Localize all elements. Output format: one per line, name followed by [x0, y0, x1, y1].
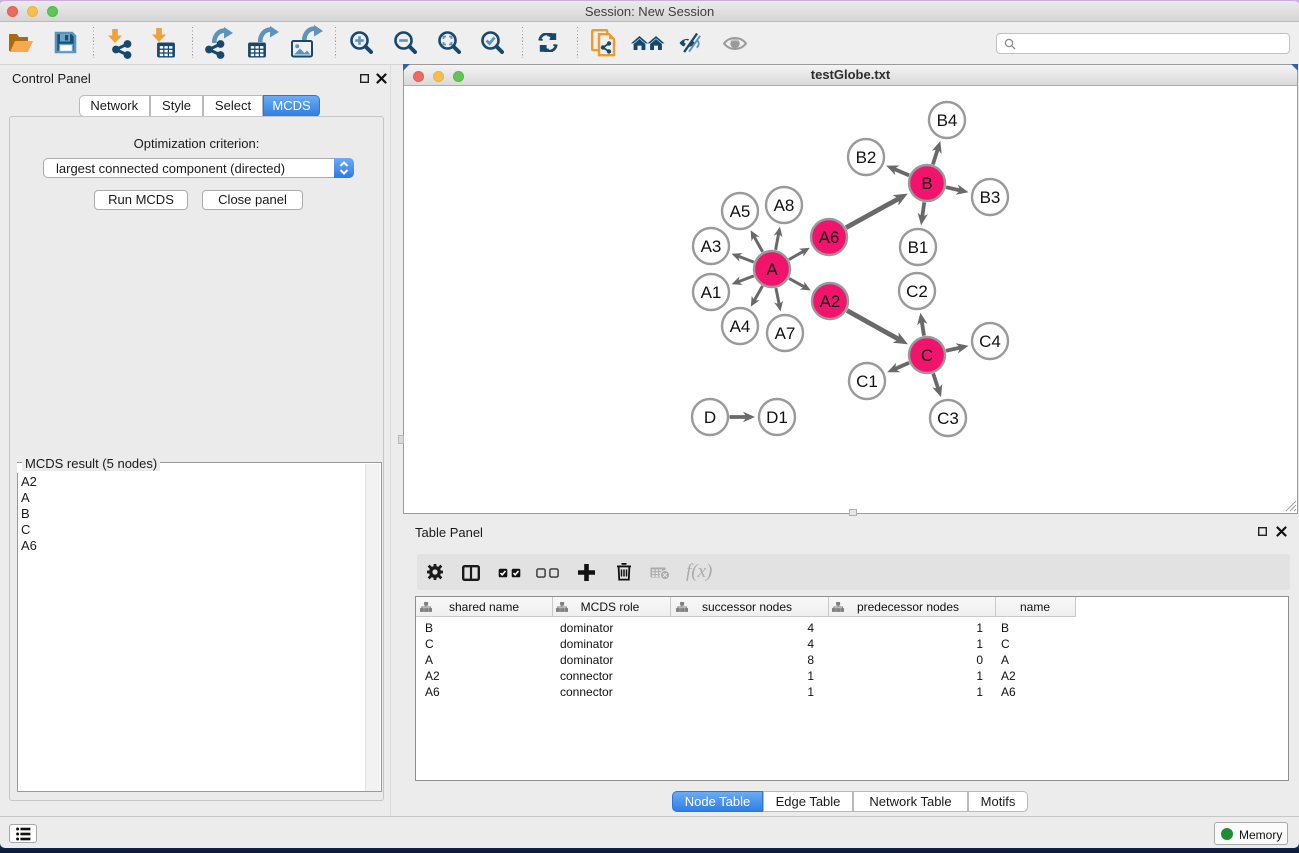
svg-text:B: B: [921, 174, 932, 193]
svg-text:B3: B3: [980, 188, 1001, 207]
svg-text:C1: C1: [856, 372, 878, 391]
svg-text:A4: A4: [730, 317, 751, 336]
svg-text:C4: C4: [979, 332, 1001, 351]
svg-text:B1: B1: [908, 238, 929, 257]
svg-text:A1: A1: [701, 283, 722, 302]
svg-text:D: D: [704, 408, 716, 427]
svg-text:A6: A6: [819, 228, 840, 247]
svg-text:A5: A5: [730, 202, 751, 221]
svg-text:C: C: [921, 346, 933, 365]
svg-text:B2: B2: [856, 148, 877, 167]
svg-text:A8: A8: [774, 196, 795, 215]
svg-text:C2: C2: [906, 282, 928, 301]
svg-text:A2: A2: [820, 292, 841, 311]
svg-text:A: A: [766, 260, 778, 279]
svg-text:A3: A3: [701, 237, 722, 256]
svg-text:B4: B4: [937, 111, 958, 130]
svg-text:D1: D1: [766, 408, 788, 427]
svg-text:C3: C3: [937, 409, 959, 428]
svg-text:A7: A7: [775, 324, 796, 343]
